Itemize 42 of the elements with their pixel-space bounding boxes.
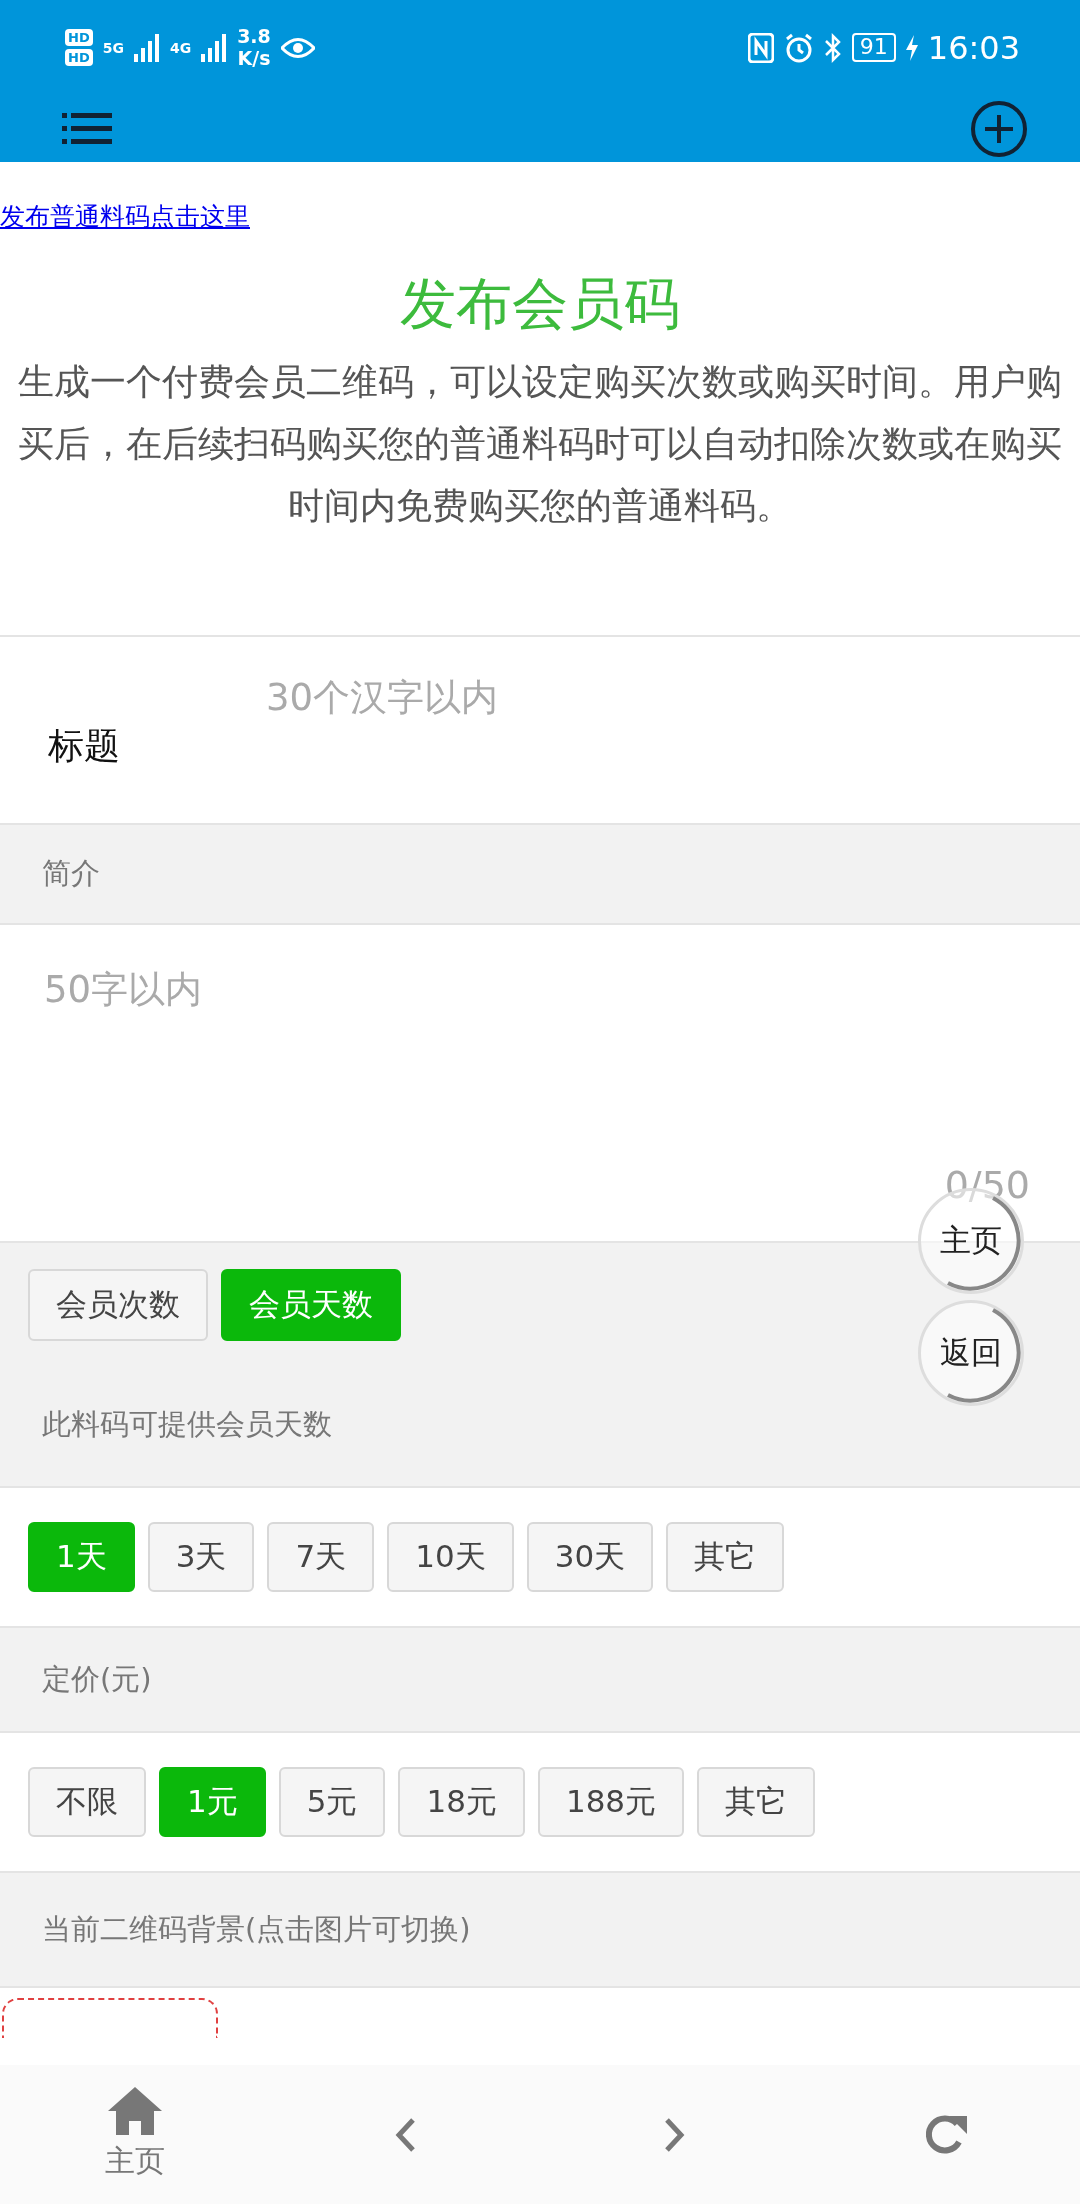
- intro-label: 简介: [42, 855, 100, 892]
- member-type-tab[interactable]: 会员次数: [28, 1269, 208, 1341]
- battery-level: 91: [851, 33, 896, 62]
- clock-time: 16:03: [927, 28, 1020, 67]
- price-option[interactable]: 其它: [697, 1767, 816, 1837]
- forward-icon[interactable]: [664, 2116, 686, 2153]
- hd-label: HD: [65, 29, 93, 46]
- title-label: 标题: [48, 724, 121, 768]
- back-icon[interactable]: [394, 2116, 416, 2153]
- eye-icon: [280, 36, 315, 59]
- hd-label: HD: [65, 49, 93, 66]
- page-heading: 发布会员码: [399, 270, 681, 338]
- home-nav-button[interactable]: 主页: [101, 2083, 169, 2186]
- background-image-frame[interactable]: [2, 1998, 218, 2038]
- network-label: 5G: [102, 40, 124, 55]
- menu-icon[interactable]: [62, 112, 112, 145]
- price-option[interactable]: 18元: [398, 1767, 525, 1837]
- days-option[interactable]: 3天: [147, 1522, 255, 1592]
- days-option[interactable]: 30天: [526, 1522, 654, 1592]
- background-label: 当前二维码背景(点击图片可切换): [42, 1910, 471, 1948]
- days-option[interactable]: 10天: [387, 1522, 514, 1592]
- days-option[interactable]: 其它: [666, 1522, 785, 1592]
- publish-normal-code-link[interactable]: 发布普通料码点击这里: [0, 162, 250, 233]
- home-icon: [108, 2087, 162, 2135]
- price-option[interactable]: 188元: [537, 1767, 685, 1837]
- add-icon[interactable]: [970, 99, 1028, 158]
- network-label: 4G: [169, 40, 192, 55]
- price-label: 定价(元): [42, 1660, 152, 1698]
- charging-icon: [905, 34, 918, 61]
- alarm-icon: [783, 32, 814, 63]
- description-text: 生成一个付费会员二维码，可以设定购买次数或购买时间。用户购买后，在后续扫码购买您的普通料码时可以自动扣除次数或在购买时间内免费购买您的普通料码。: [17, 360, 1063, 528]
- days-option[interactable]: 7天: [267, 1522, 375, 1592]
- back-float-button[interactable]: 返回: [918, 1300, 1024, 1406]
- bluetooth-icon: [823, 32, 842, 63]
- days-label: 此料码可提供会员天数: [42, 1406, 333, 1443]
- price-option[interactable]: 不限: [28, 1767, 146, 1837]
- speed-unit: K/s: [237, 49, 271, 68]
- price-option[interactable]: 5元: [278, 1767, 386, 1837]
- speed-value: 3.8: [237, 27, 271, 46]
- signal-icon: [201, 33, 228, 62]
- nfc-icon: [747, 32, 774, 63]
- signal-icon: [133, 33, 160, 62]
